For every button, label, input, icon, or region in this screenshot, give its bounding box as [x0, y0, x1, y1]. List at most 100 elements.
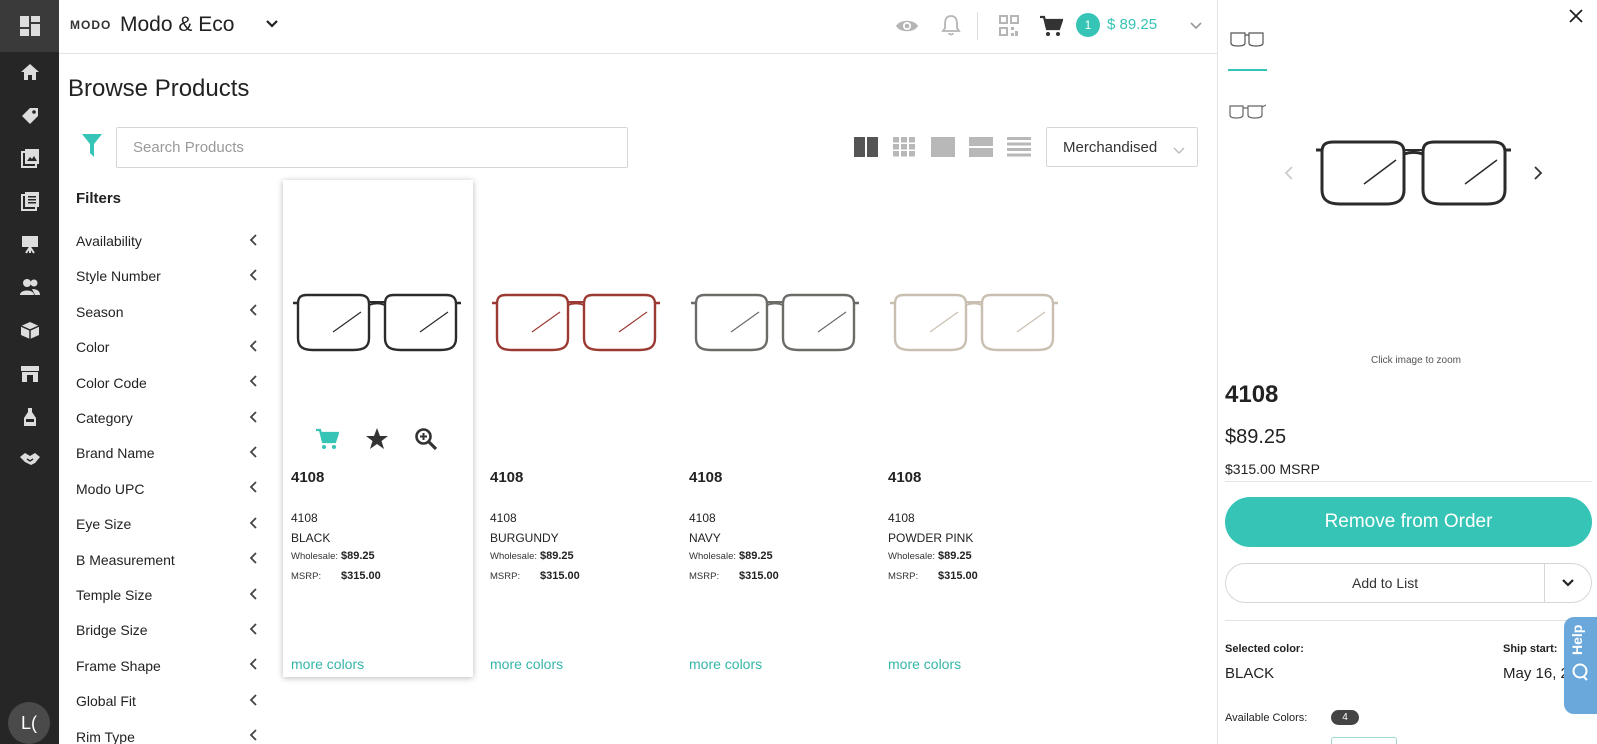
- filter-row[interactable]: Rim Type: [76, 726, 259, 744]
- product-card[interactable]: 4108 4108 BURGUNDY Wholesale: $89.25 MSRP: $31…: [482, 180, 672, 677]
- home-icon[interactable]: [0, 57, 59, 87]
- filter-row[interactable]: Availability: [76, 230, 259, 252]
- product-price: $89.25: [1225, 426, 1287, 448]
- more-colors-link[interactable]: more colors: [888, 656, 961, 672]
- chevron-left-icon: [249, 303, 259, 320]
- top-bar: MODO Modo & Eco 1 $ 89.25: [59, 0, 1217, 54]
- view-small-grid-icon[interactable]: [893, 137, 917, 157]
- more-colors-link[interactable]: more colors: [291, 656, 364, 672]
- filter-row[interactable]: Brand Name: [76, 442, 259, 464]
- product-image[interactable]: [689, 290, 861, 356]
- chevron-down-icon[interactable]: [1189, 19, 1203, 37]
- eye-icon[interactable]: [895, 17, 919, 40]
- remove-from-order-button[interactable]: Remove from Order: [1225, 497, 1592, 547]
- sort-select[interactable]: Merchandised: [1046, 127, 1198, 167]
- zoom-in-icon[interactable]: [414, 427, 438, 451]
- topbar-divider: [977, 12, 978, 40]
- wholesale-label: Wholesale:: [490, 551, 537, 562]
- product-style: 4108: [490, 469, 524, 486]
- help-label: Help: [1569, 624, 1585, 655]
- page-title: Browse Products: [68, 75, 250, 102]
- filter-label: Category: [76, 410, 133, 426]
- product-card[interactable]: 4108 4108 NAVY Wholesale: $89.25 MSRP: $315.00…: [681, 180, 871, 677]
- brand-name[interactable]: Modo & Eco: [120, 13, 234, 37]
- filter-row[interactable]: Category: [76, 407, 259, 429]
- product-card[interactable]: 4108 4108 POWDER PINK Wholesale: $89.25 MSRP:…: [880, 180, 1070, 677]
- product-card[interactable]: 4108 4108 BLACK Wholesale: $89.25 MSRP: $315.0…: [283, 180, 473, 677]
- filter-row[interactable]: Color Code: [76, 372, 259, 394]
- help-button[interactable]: Help: [1564, 617, 1597, 714]
- presentation-icon[interactable]: [0, 229, 59, 259]
- product-style: 4108: [689, 469, 723, 486]
- product-style-number: 4108: [1225, 381, 1279, 408]
- bell-icon[interactable]: [941, 14, 961, 41]
- filter-label: Temple Size: [76, 587, 153, 603]
- product-sub-style: 4108: [490, 511, 517, 525]
- view-rows-icon[interactable]: [969, 137, 993, 157]
- filter-row[interactable]: Season: [76, 301, 259, 323]
- store-icon[interactable]: [0, 359, 59, 389]
- user-avatar[interactable]: L(: [8, 702, 50, 744]
- product-image[interactable]: [291, 290, 463, 356]
- close-icon[interactable]: [1568, 8, 1584, 29]
- qr-code-icon[interactable]: [999, 15, 1019, 42]
- chevron-left-icon: [249, 551, 259, 568]
- dashboard-icon[interactable]: [0, 0, 59, 52]
- cart-count-badge[interactable]: 1: [1076, 13, 1100, 37]
- ship-start-label: Ship start:: [1503, 643, 1558, 655]
- chevron-right-icon[interactable]: [1533, 165, 1543, 186]
- msrp-price: $315.00: [739, 570, 779, 582]
- thumbnail-angle[interactable]: [1228, 100, 1267, 122]
- filter-row[interactable]: Eye Size: [76, 513, 259, 535]
- chevron-down-icon[interactable]: [265, 17, 279, 36]
- msrp-label: MSRP:: [490, 571, 521, 582]
- filter-row[interactable]: Color: [76, 336, 259, 358]
- filter-row[interactable]: Style Number: [76, 265, 259, 287]
- filter-row[interactable]: B Measurement: [76, 549, 259, 571]
- filter-row[interactable]: Modo UPC: [76, 478, 259, 500]
- thumbnail-front[interactable]: [1228, 27, 1266, 49]
- catalog-icon[interactable]: [0, 143, 59, 173]
- filter-row[interactable]: Global Fit: [76, 690, 259, 712]
- chevron-left-icon: [249, 374, 259, 391]
- filter-label: B Measurement: [76, 551, 175, 568]
- add-to-list-button-group: Add to List: [1225, 563, 1592, 603]
- cart-icon[interactable]: [1039, 15, 1064, 42]
- chevron-left-icon: [249, 480, 259, 497]
- chevron-down-icon[interactable]: [1545, 578, 1591, 588]
- customers-icon[interactable]: [0, 272, 59, 302]
- product-color: BURGUNDY: [490, 531, 559, 545]
- filter-label: Availability: [76, 233, 142, 249]
- product-hero-image[interactable]: [1316, 136, 1511, 210]
- view-large-grid-icon[interactable]: [854, 137, 878, 157]
- view-single-icon[interactable]: [931, 137, 955, 157]
- view-list-icon[interactable]: [1007, 137, 1031, 157]
- wholesale-price: $89.25: [739, 550, 773, 562]
- chevron-left-icon: [249, 516, 259, 533]
- msrp-label: MSRP:: [291, 571, 322, 582]
- add-to-cart-icon[interactable]: [315, 428, 339, 450]
- star-icon[interactable]: [365, 427, 389, 451]
- handshake-icon[interactable]: [0, 444, 59, 474]
- more-colors-link[interactable]: more colors: [689, 656, 762, 672]
- filter-row[interactable]: Frame Shape: [76, 655, 259, 677]
- chevron-left-icon: [249, 445, 259, 462]
- wholesale-label: Wholesale:: [689, 551, 736, 562]
- cart-total[interactable]: $ 89.25: [1107, 16, 1157, 33]
- filter-row[interactable]: Bridge Size: [76, 619, 259, 641]
- color-swatch[interactable]: [1331, 737, 1397, 744]
- product-image[interactable]: [888, 290, 1060, 356]
- box-icon[interactable]: [0, 315, 59, 345]
- product-image[interactable]: [490, 290, 662, 356]
- funnel-filter-icon[interactable]: [81, 133, 103, 164]
- orders-icon[interactable]: [0, 186, 59, 216]
- chevron-left-icon[interactable]: [1284, 165, 1294, 186]
- search-input[interactable]: [116, 127, 628, 168]
- bottle-icon[interactable]: [0, 402, 59, 432]
- filter-row[interactable]: Temple Size: [76, 584, 259, 606]
- add-to-list-button[interactable]: Add to List: [1226, 575, 1544, 591]
- chevron-left-icon: [249, 587, 259, 604]
- more-colors-link[interactable]: more colors: [490, 656, 563, 672]
- wholesale-price: $89.25: [341, 550, 375, 562]
- tag-icon[interactable]: [0, 101, 59, 131]
